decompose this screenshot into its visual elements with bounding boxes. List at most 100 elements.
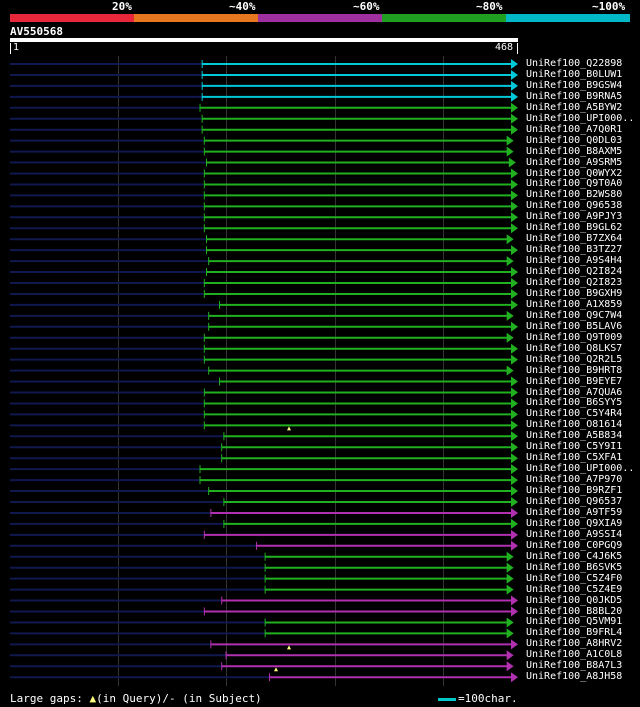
hit-arrow-icon — [511, 278, 518, 288]
hit-arrow-icon — [511, 223, 518, 234]
hit-arrow-icon — [511, 431, 518, 442]
hit-arrow-icon — [511, 540, 518, 551]
hit-label[interactable]: UniRef100_A1C0L8 — [526, 649, 622, 660]
hit-label[interactable]: UniRef100_Q9T009 — [526, 332, 622, 343]
hit-label[interactable]: UniRef100_A9TF59 — [526, 507, 622, 518]
hit-arrow-icon — [511, 59, 518, 69]
hit-label[interactable]: UniRef100_Q0JKD5 — [526, 595, 622, 606]
hit-label[interactable]: UniRef100_C5Y9I1 — [526, 441, 622, 452]
hit-label[interactable]: UniRef100_C5Z4E9 — [526, 584, 622, 595]
hit-arrow-icon — [506, 234, 514, 245]
hit-arrow-icon — [506, 628, 514, 639]
hit-label[interactable]: UniRef100_Q2R2L5 — [526, 354, 622, 365]
hit-arrow-icon — [511, 420, 518, 431]
hit-label[interactable]: UniRef100_B9FRL4 — [526, 627, 622, 638]
hit-arrow-icon — [511, 442, 518, 453]
hit-arrow-icon — [511, 179, 518, 190]
footer-in-subject-text: - (in Subject) — [168, 692, 262, 705]
hit-arrow-icon — [511, 245, 518, 256]
hit-label[interactable]: UniRef100_B0LUW1 — [526, 69, 622, 80]
hit-arrow-icon — [506, 573, 514, 584]
hit-arrow-icon — [506, 650, 514, 661]
footer-scale-text: =100char. — [458, 692, 518, 705]
hit-label[interactable]: UniRef100_O81614 — [526, 419, 622, 430]
hit-arrow-icon — [506, 135, 514, 146]
hit-label[interactable]: UniRef100_A9SSI4 — [526, 529, 622, 540]
hit-label[interactable]: UniRef100_B3TZ27 — [526, 244, 622, 255]
footer-large-gaps-text: Large gaps: — [10, 692, 90, 705]
hit-arrow-icon — [506, 332, 514, 343]
hit-arrow-icon — [511, 343, 518, 354]
hit-label[interactable]: UniRef100_A9S4H4 — [526, 255, 622, 266]
hit-arrow-icon — [506, 146, 514, 157]
hit-arrow-icon — [511, 190, 518, 201]
hit-arrow-icon — [511, 376, 518, 387]
hit-label[interactable]: UniRef100_A5BYW2 — [526, 102, 622, 113]
hit-label[interactable]: UniRef100_B8A7L3 — [526, 660, 622, 671]
footer-scale: =100char. — [438, 692, 518, 705]
hit-arrow-icon — [506, 661, 514, 672]
hit-arrow-icon — [511, 672, 518, 683]
hit-label[interactable]: UniRef100_A8HRV2 — [526, 638, 622, 649]
hit-label[interactable]: UniRef100_UPI000.. — [526, 113, 634, 124]
hit-label[interactable]: UniRef100_Q9T0A0 — [526, 178, 622, 189]
hit-label[interactable]: UniRef100_Q2I823 — [526, 277, 622, 288]
hit-label[interactable]: UniRef100_Q22898 — [526, 58, 622, 69]
hit-arrow-icon — [511, 398, 518, 409]
hit-label[interactable]: UniRef100_Q0WYX2 — [526, 168, 622, 179]
hit-label[interactable]: UniRef100_Q8LKS7 — [526, 343, 622, 354]
hit-label[interactable]: UniRef100_B2WS80 — [526, 189, 622, 200]
hit-label[interactable]: UniRef100_A7Q0R1 — [526, 124, 622, 135]
hit-arrow-icon — [508, 157, 516, 168]
hit-label[interactable]: UniRef100_A1X859 — [526, 299, 622, 310]
hit-label[interactable]: UniRef100_Q9XIA9 — [526, 518, 622, 529]
hit-label[interactable]: UniRef100_A8JH58 — [526, 671, 622, 682]
hit-arrow-icon — [506, 562, 514, 573]
hit-label[interactable]: UniRef100_B9RNA5 — [526, 91, 622, 102]
footer-in-query-text: (in Query)/ — [96, 692, 169, 705]
gap-marker-icon — [273, 667, 278, 672]
hit-label[interactable]: UniRef100_B5LAV6 — [526, 321, 622, 332]
hit-arrow-icon — [511, 80, 518, 91]
hit-label[interactable]: UniRef100_A9SRM5 — [526, 157, 622, 168]
hit-arrow-icon — [506, 310, 514, 321]
hit-arrow-icon — [511, 267, 518, 278]
hit-label[interactable]: UniRef100_C4J6K5 — [526, 551, 622, 562]
hit-label[interactable]: UniRef100_Q9C7W4 — [526, 310, 622, 321]
hit-label[interactable]: UniRef100_Q96538 — [526, 200, 622, 211]
hit-label[interactable]: UniRef100_B9HRT8 — [526, 365, 622, 376]
scale-swatch-icon — [438, 697, 456, 701]
hit-arrow-icon — [511, 518, 518, 529]
hit-label[interactable]: UniRef100_Q0DL03 — [526, 135, 622, 146]
hit-arrow-icon — [511, 507, 518, 518]
hit-label[interactable]: UniRef100_A7QUA6 — [526, 387, 622, 398]
hit-label[interactable]: UniRef100_B9GL62 — [526, 222, 622, 233]
hit-arrow-icon — [506, 551, 514, 562]
hit-label[interactable]: UniRef100_A9PJY3 — [526, 211, 622, 222]
hit-label[interactable]: UniRef100_Q2I824 — [526, 266, 622, 277]
hit-label[interactable]: UniRef100_C5XFA1 — [526, 452, 622, 463]
hit-label[interactable]: UniRef100_B9RZF1 — [526, 485, 622, 496]
hit-label[interactable]: UniRef100_B9GSW4 — [526, 80, 622, 91]
hit-arrow-icon — [506, 365, 514, 376]
hit-arrow-icon — [511, 387, 518, 398]
hit-arrow-icon — [511, 168, 518, 179]
hit-label[interactable]: UniRef100_A7P970 — [526, 474, 622, 485]
hit-label[interactable]: UniRef100_A5B834 — [526, 430, 622, 441]
hit-label[interactable]: UniRef100_C5Z4F0 — [526, 573, 622, 584]
hit-label[interactable]: UniRef100_C5Y4R4 — [526, 408, 622, 419]
hit-label[interactable]: UniRef100_UPI000.. — [526, 463, 634, 474]
hit-arrow-icon — [511, 69, 518, 80]
hit-label[interactable]: UniRef100_Q5VM91 — [526, 616, 622, 627]
hit-label[interactable]: UniRef100_B6SYY5 — [526, 397, 622, 408]
hit-label[interactable]: UniRef100_C0PGQ9 — [526, 540, 622, 551]
hit-arrow-icon — [511, 91, 518, 102]
hit-arrow-icon — [511, 354, 518, 365]
hit-label[interactable]: UniRef100_B9EYE7 — [526, 376, 622, 387]
hit-label[interactable]: UniRef100_B8AXM5 — [526, 146, 622, 157]
hit-label[interactable]: UniRef100_B9GXH9 — [526, 288, 622, 299]
hit-label[interactable]: UniRef100_Q96537 — [526, 496, 622, 507]
hit-label[interactable]: UniRef100_B8BL20 — [526, 606, 622, 617]
hit-label[interactable]: UniRef100_B6SVK5 — [526, 562, 622, 573]
hit-label[interactable]: UniRef100_B7ZX64 — [526, 233, 622, 244]
